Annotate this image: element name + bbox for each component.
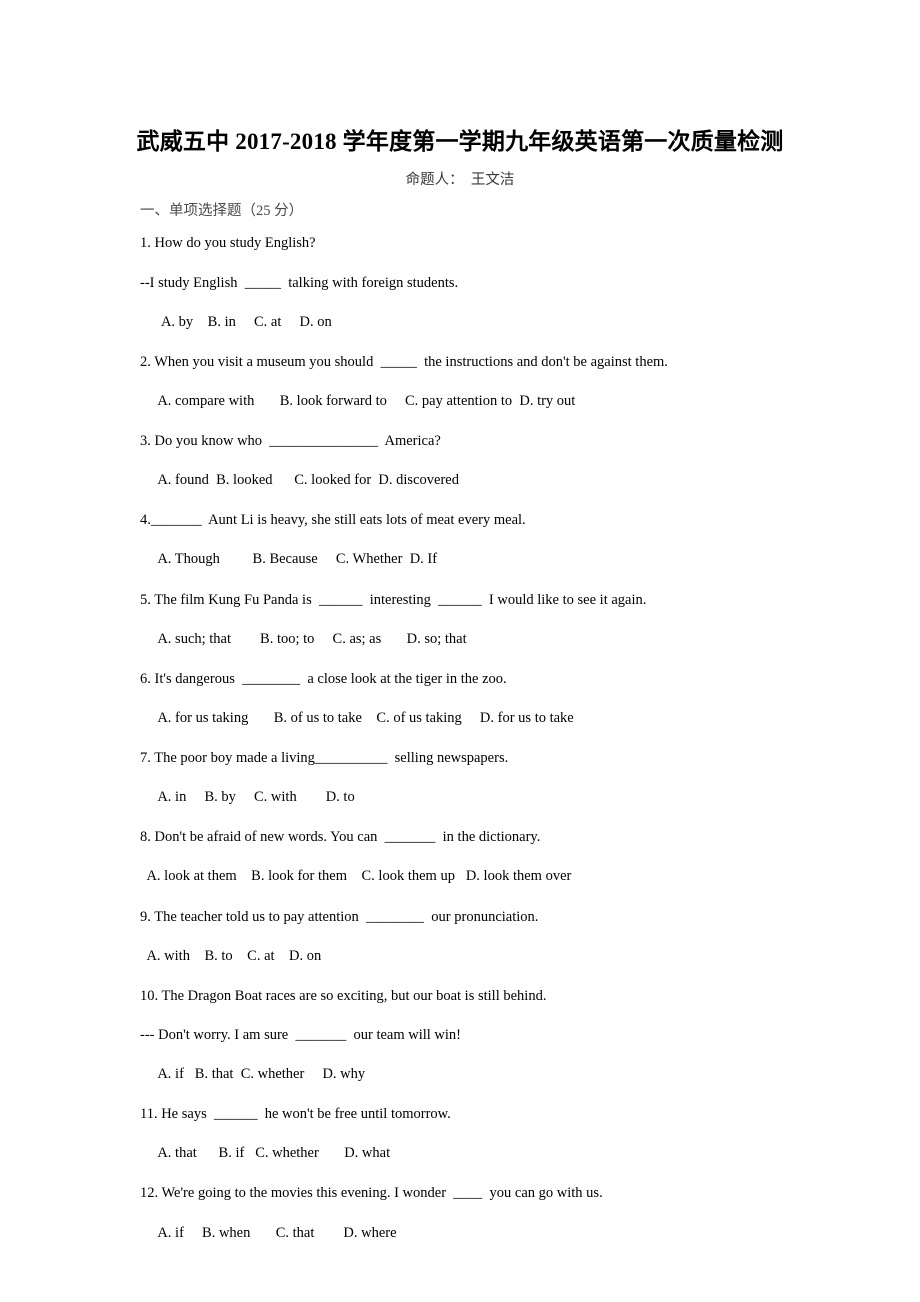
question-9-stem: 9. The teacher told us to pay attention … bbox=[140, 908, 539, 925]
question-6-stem: 6. It's dangerous ________ a close look … bbox=[140, 670, 507, 687]
question-8: 8. Don't be afraid of new words. You can… bbox=[140, 828, 780, 885]
question-9: 9. The teacher told us to pay attention … bbox=[140, 908, 780, 965]
question-6-options[interactable]: A. for us taking B. of us to take C. of … bbox=[140, 709, 780, 727]
exam-content: 一、单项选择题（25 分） 1. How do you study Englis… bbox=[140, 203, 780, 1242]
question-4-stem: 4._______ Aunt Li is heavy, she still ea… bbox=[140, 512, 526, 529]
question-8-options[interactable]: A. look at them B. look for them C. look… bbox=[140, 867, 780, 885]
question-1-stem: 1. How do you study English? bbox=[140, 235, 316, 252]
question-4: 4._______ Aunt Li is heavy, she still ea… bbox=[140, 511, 780, 568]
question-11-options[interactable]: A. that B. if C. whether D. what bbox=[140, 1144, 780, 1162]
question-10-stem-line2: --- Don't worry. I am sure _______ our t… bbox=[140, 1026, 462, 1043]
author-byline: 命题人： 王文洁 bbox=[405, 172, 515, 188]
question-1-stem-line2: --I study English _____ talking with for… bbox=[140, 274, 459, 291]
question-6: 6. It's dangerous ________ a close look … bbox=[140, 670, 780, 727]
question-8-stem: 8. Don't be afraid of new words. You can… bbox=[140, 829, 541, 846]
question-1-options[interactable]: A. by B. in C. at D. on bbox=[140, 313, 780, 331]
question-10-stem: 10. The Dragon Boat races are so excitin… bbox=[140, 987, 547, 1004]
question-3-stem: 3. Do you know who _______________ Ameri… bbox=[140, 433, 441, 450]
question-9-options[interactable]: A. with B. to C. at D. on bbox=[140, 947, 780, 965]
question-5-stem: 5. The film Kung Fu Panda is ______ inte… bbox=[140, 591, 647, 608]
question-5: 5. The film Kung Fu Panda is ______ inte… bbox=[140, 591, 780, 648]
question-10: 10. The Dragon Boat races are so excitin… bbox=[140, 987, 780, 1083]
question-10-options[interactable]: A. if B. that C. whether D. why bbox=[140, 1065, 780, 1083]
question-4-options[interactable]: A. Though B. Because C. Whether D. If bbox=[140, 550, 780, 568]
question-2-options[interactable]: A. compare with B. look forward to C. pa… bbox=[140, 392, 780, 410]
exam-paper-page: 武威五中 2017-2018 学年度第一学期九年级英语第一次质量检测 命题人： … bbox=[0, 0, 920, 1302]
page-title: 武威五中 2017-2018 学年度第一学期九年级英语第一次质量检测 bbox=[136, 129, 784, 154]
question-2: 2. When you visit a museum you should __… bbox=[140, 353, 780, 410]
question-3-options[interactable]: A. found B. looked C. looked for D. disc… bbox=[140, 471, 780, 489]
question-12: 12. We're going to the movies this eveni… bbox=[140, 1184, 780, 1241]
question-5-options[interactable]: A. such; that B. too; to C. as; as D. so… bbox=[140, 630, 780, 648]
question-11-stem: 11. He says ______ he won't be free unti… bbox=[140, 1106, 451, 1123]
question-11: 11. He says ______ he won't be free unti… bbox=[140, 1105, 780, 1162]
question-7-stem: 7. The poor boy made a living__________ … bbox=[140, 750, 509, 767]
question-1: 1. How do you study English? --I study E… bbox=[140, 234, 780, 330]
question-3: 3. Do you know who _______________ Ameri… bbox=[140, 432, 780, 489]
question-7: 7. The poor boy made a living__________ … bbox=[140, 749, 780, 806]
question-12-options[interactable]: A. if B. when C. that D. where bbox=[140, 1224, 780, 1242]
section-heading-multiple-choice: 一、单项选择题（25 分） bbox=[140, 203, 304, 219]
question-12-stem: 12. We're going to the movies this eveni… bbox=[140, 1185, 603, 1202]
question-2-stem: 2. When you visit a museum you should __… bbox=[140, 353, 668, 370]
question-7-options[interactable]: A. in B. by C. with D. to bbox=[140, 788, 780, 806]
